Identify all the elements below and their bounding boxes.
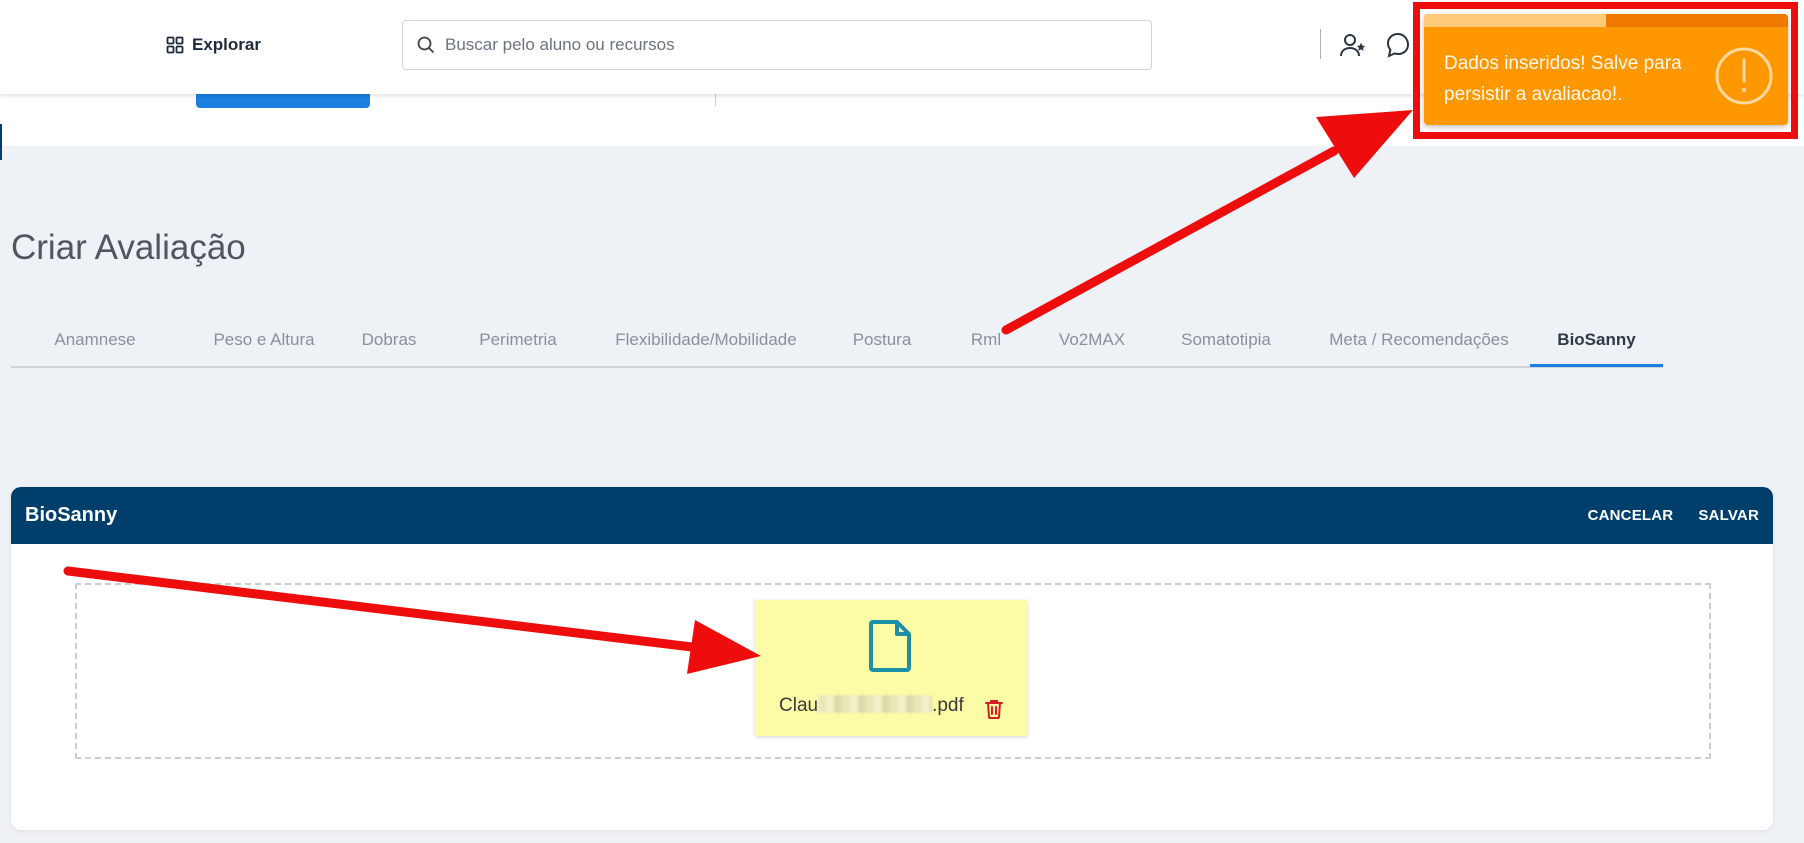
sub-header-divider <box>715 94 716 106</box>
document-icon <box>869 620 911 672</box>
header-divider <box>1320 29 1321 59</box>
active-tab-indicator <box>1530 364 1663 367</box>
trash-icon[interactable] <box>983 698 1005 720</box>
card-header: BioSanny CANCELAR SALVAR <box>11 487 1773 544</box>
search-input[interactable] <box>445 35 1125 55</box>
search-icon <box>417 36 435 54</box>
file-name-prefix: Clau <box>779 695 819 716</box>
explore-button[interactable]: Explorar <box>166 33 261 57</box>
file-name-suffix: .pdf <box>932 695 964 716</box>
search-box[interactable] <box>402 20 1152 70</box>
toast-progress-fill <box>1424 14 1606 27</box>
primary-action-button[interactable] <box>196 94 370 108</box>
sidebar-edge <box>0 124 2 160</box>
cancel-button[interactable]: CANCELAR <box>1588 507 1674 524</box>
toast-message: Dados inseridos! Salve para persistir a … <box>1444 53 1682 105</box>
biosanny-card: BioSanny CANCELAR SALVAR Clau .pdf <box>11 487 1773 830</box>
tab-peso-altura[interactable]: Peso e Altura <box>182 320 346 368</box>
warning-toast[interactable]: Dados inseridos! Salve para persistir a … <box>1424 14 1788 125</box>
evaluation-tabs: Anamnese Peso e Altura Dobras Perimetria… <box>11 320 1663 368</box>
toast-progress-bar <box>1424 14 1788 27</box>
grid-icon <box>166 36 184 54</box>
tab-flexibilidade-mobilidade[interactable]: Flexibilidade/Mobilidade <box>595 320 817 368</box>
card-title: BioSanny <box>25 504 118 526</box>
exclamation-circle-icon <box>1715 47 1773 105</box>
tab-rml[interactable]: Rml <box>944 320 1028 368</box>
tab-dobras[interactable]: Dobras <box>341 320 437 368</box>
chat-icon[interactable] <box>1384 31 1412 59</box>
user-star-icon[interactable] <box>1339 31 1367 59</box>
uploaded-file-tile: Clau .pdf <box>755 600 1027 736</box>
tab-anamnese[interactable]: Anamnese <box>42 320 148 368</box>
save-button[interactable]: SALVAR <box>1698 507 1759 524</box>
explore-label: Explorar <box>192 35 261 54</box>
redacted-text <box>818 695 933 713</box>
arrow-to-toast <box>1001 146 1339 335</box>
tab-postura[interactable]: Postura <box>831 320 933 368</box>
tab-somatotipia[interactable]: Somatotipia <box>1158 320 1294 368</box>
tab-biosanny[interactable]: BioSanny <box>1530 320 1663 368</box>
tab-vo2max[interactable]: Vo2MAX <box>1039 320 1145 368</box>
tab-perimetria[interactable]: Perimetria <box>448 320 588 368</box>
file-name: Clau .pdf <box>779 695 964 717</box>
page-title: Criar Avaliação <box>11 228 246 267</box>
tab-meta-recomendacoes[interactable]: Meta / Recomendações <box>1314 320 1524 368</box>
